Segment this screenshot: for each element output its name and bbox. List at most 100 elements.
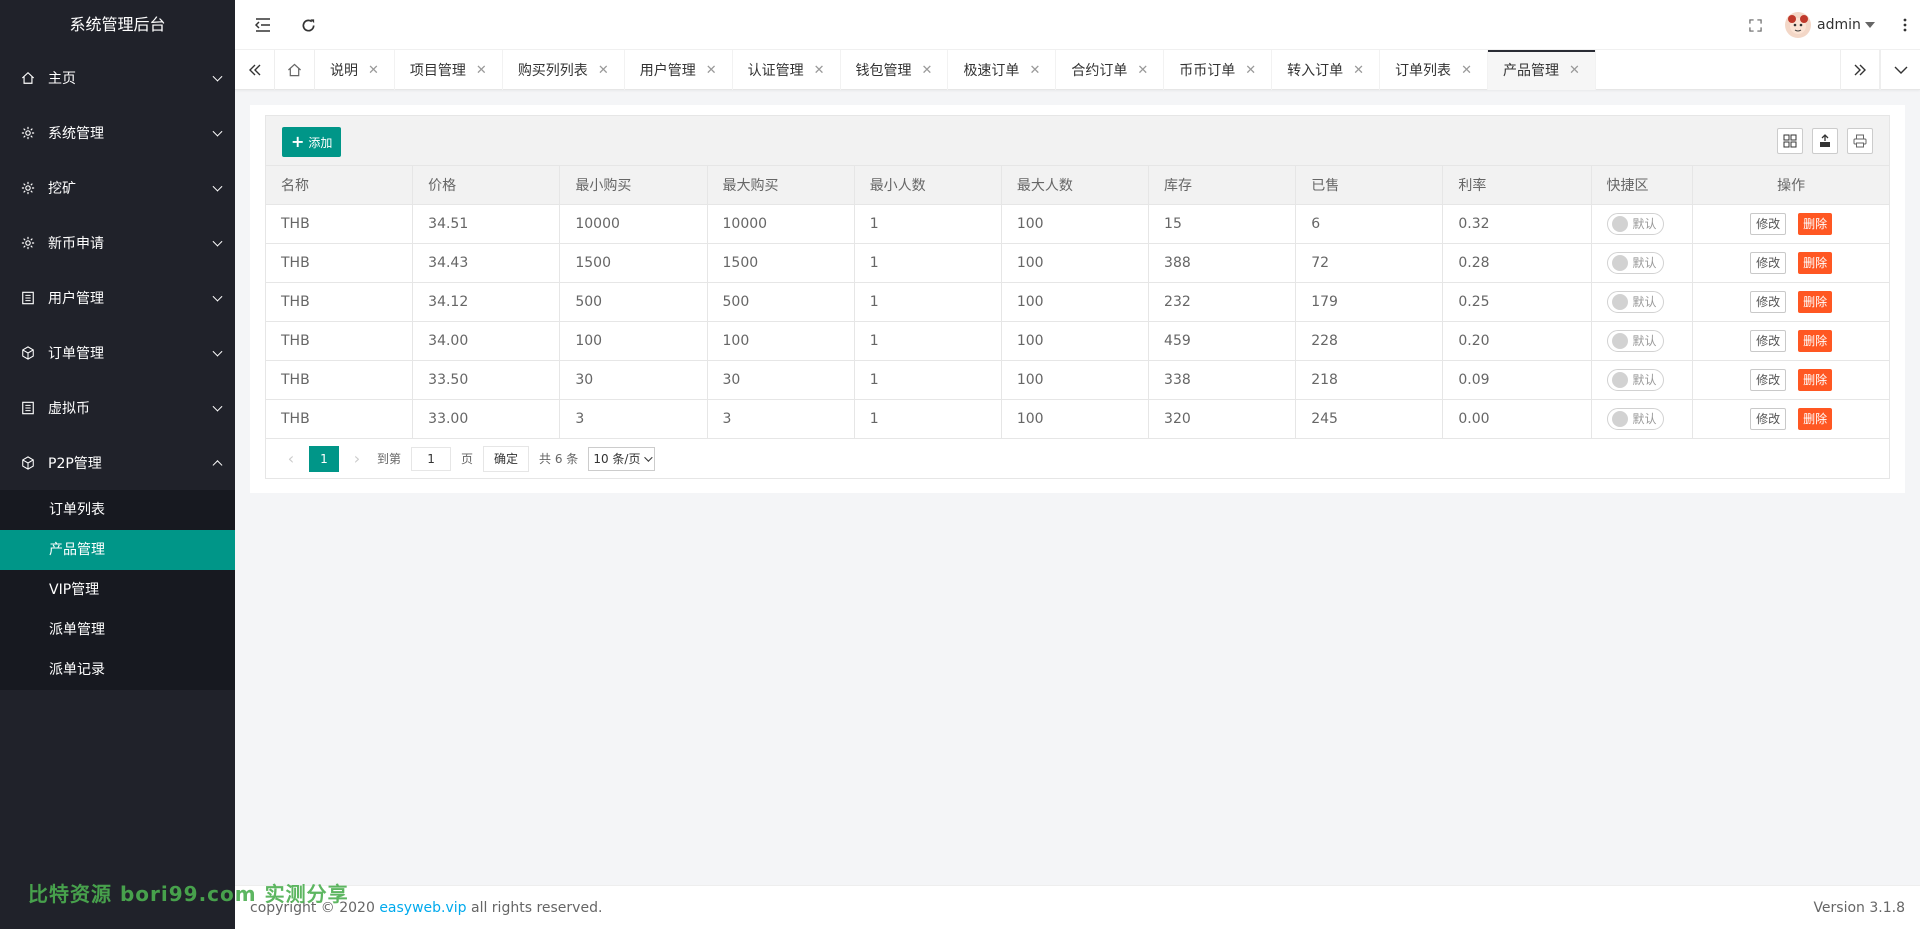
default-toggle[interactable]: 默认 [1606, 290, 1664, 313]
sidebar-item-4[interactable]: 用户管理 [0, 270, 235, 325]
delete-button[interactable]: 删除 [1798, 408, 1833, 430]
close-icon[interactable]: ✕ [1461, 63, 1472, 78]
sidebar-item-0[interactable]: 主页 [0, 50, 235, 105]
refresh-icon[interactable] [288, 0, 328, 50]
table-cell: THB [264, 243, 414, 283]
tab-11[interactable]: 产品管理 ✕ [1487, 50, 1596, 90]
cube-icon [20, 345, 36, 361]
page-current[interactable]: 1 [309, 445, 339, 472]
pagination: ‹ 1 › 到第 1 页 确定 共 6 条 10 条/页 [265, 439, 1890, 479]
collapse-menu-icon[interactable] [243, 0, 283, 50]
tab-5[interactable]: 钱包管理 ✕ [841, 50, 949, 90]
tab-label: 项目管理 [409, 63, 466, 79]
sidebar-item-label: 系统管理 [48, 125, 104, 142]
default-toggle[interactable]: 默认 [1606, 407, 1664, 430]
close-icon[interactable]: ✕ [814, 63, 825, 78]
edit-button[interactable]: 修改 [1750, 408, 1787, 430]
watermark-text: 比特资源 bori99.com 实测分享 [28, 882, 349, 906]
export-icon[interactable] [1812, 128, 1838, 154]
delete-button[interactable]: 删除 [1798, 369, 1833, 391]
tab-3[interactable]: 用户管理 ✕ [625, 50, 733, 90]
close-icon[interactable]: ✕ [1137, 63, 1148, 78]
prev-page-icon[interactable]: ‹ [281, 449, 301, 468]
sidebar-item-7[interactable]: P2P管理 [0, 435, 235, 490]
close-icon[interactable]: ✕ [1569, 63, 1580, 78]
tab-0[interactable]: 说明 ✕ [315, 50, 395, 90]
tab-10[interactable]: 订单列表 ✕ [1380, 50, 1488, 90]
default-toggle[interactable]: 默认 [1606, 329, 1664, 352]
tab-6[interactable]: 极速订单 ✕ [948, 50, 1057, 90]
close-icon[interactable]: ✕ [476, 63, 487, 78]
print-icon[interactable] [1847, 128, 1873, 154]
page-size-select[interactable]: 10 条/页 [588, 446, 656, 471]
default-toggle[interactable]: 默认 [1606, 212, 1664, 235]
table-cell: 500 [706, 282, 855, 322]
sidebar-item-6[interactable]: 虚拟币 [0, 380, 235, 435]
close-icon[interactable]: ✕ [922, 63, 933, 78]
table-cell: 459 [1148, 321, 1297, 361]
next-page-icon[interactable]: › [347, 449, 367, 468]
toggle-label: 默认 [1632, 412, 1657, 426]
chevron-down-icon [212, 236, 223, 247]
close-icon[interactable]: ✕ [598, 63, 609, 78]
edit-button[interactable]: 修改 [1750, 369, 1787, 391]
close-icon[interactable]: ✕ [1029, 63, 1040, 78]
toggle-label: 默认 [1632, 373, 1657, 387]
column-header: 利率 [1442, 165, 1592, 205]
caret-down-icon [1864, 22, 1875, 28]
tab-scroll-left-icon[interactable] [235, 50, 275, 90]
tab-2[interactable]: 购买列列表 ✕ [503, 50, 625, 90]
delete-button[interactable]: 删除 [1798, 252, 1833, 274]
close-icon[interactable]: ✕ [368, 63, 379, 78]
table-cell: 320 [1148, 399, 1297, 439]
more-vertical-icon[interactable] [1895, 0, 1915, 50]
sidebar-item-1[interactable]: 系统管理 [0, 105, 235, 160]
table-cell: 1 [853, 399, 1002, 439]
tab-8[interactable]: 币币订单 ✕ [1164, 50, 1273, 90]
sidebar-subitem-0[interactable]: 订单列表 [0, 490, 235, 530]
table-cell: 10000 [706, 204, 855, 244]
edit-button[interactable]: 修改 [1750, 252, 1787, 274]
default-toggle[interactable]: 默认 [1606, 251, 1664, 274]
tab-9[interactable]: 转入订单 ✕ [1272, 50, 1381, 90]
table-cell: 1 [853, 321, 1002, 361]
goto-page-input[interactable]: 1 [411, 446, 452, 471]
columns-filter-icon[interactable] [1777, 128, 1803, 154]
shortcut-cell: 默认 [1590, 243, 1694, 283]
edit-button[interactable]: 修改 [1750, 213, 1787, 235]
edit-button[interactable]: 修改 [1750, 291, 1787, 313]
main-content: + 添加 名称 价格 最小购买 最大购买 最小人数 最大人数 库存 已售 利率 快捷区 操作 THB… [250, 105, 1905, 493]
fullscreen-icon[interactable] [1735, 0, 1775, 50]
home-icon [20, 70, 36, 86]
close-icon[interactable]: ✕ [1353, 63, 1364, 78]
footer: copyright © 2020 easyweb.vip all rights … [235, 885, 1920, 929]
tab-7[interactable]: 合约订单 ✕ [1056, 50, 1165, 90]
table-cell: 6 [1295, 204, 1444, 244]
tab-1[interactable]: 项目管理 ✕ [395, 50, 503, 90]
edit-button[interactable]: 修改 [1750, 330, 1787, 352]
goto-label: 到第 [377, 452, 402, 466]
user-menu[interactable]: admin [1785, 0, 1885, 50]
tab-scroll-right-icon[interactable] [1840, 50, 1880, 90]
sidebar-subitem-3[interactable]: 派单管理 [0, 610, 235, 650]
add-button[interactable]: + 添加 [282, 127, 342, 157]
sidebar-item-2[interactable]: 挖矿 [0, 160, 235, 215]
sidebar-subitem-4[interactable]: 派单记录 [0, 650, 235, 690]
sidebar-item-5[interactable]: 订单管理 [0, 325, 235, 380]
sidebar-subitem-2[interactable]: VIP管理 [0, 570, 235, 610]
delete-button[interactable]: 删除 [1798, 291, 1833, 313]
tab-options-chevron-down-icon[interactable] [1880, 50, 1920, 90]
goto-confirm-button[interactable]: 确定 [483, 445, 530, 472]
easyweb-link[interactable]: easyweb.vip [379, 900, 466, 916]
tab-home-icon[interactable] [275, 50, 315, 90]
tab-4[interactable]: 认证管理 ✕ [733, 50, 841, 90]
sidebar-item-3[interactable]: 新币申请 [0, 215, 235, 270]
sidebar-subitem-1[interactable]: 产品管理 [0, 530, 235, 570]
close-icon[interactable]: ✕ [1245, 63, 1256, 78]
table-cell: 15 [1148, 204, 1297, 244]
close-icon[interactable]: ✕ [706, 63, 717, 78]
delete-button[interactable]: 删除 [1798, 330, 1833, 352]
delete-button[interactable]: 删除 [1798, 213, 1833, 235]
default-toggle[interactable]: 默认 [1606, 368, 1664, 391]
list-icon [20, 400, 36, 416]
